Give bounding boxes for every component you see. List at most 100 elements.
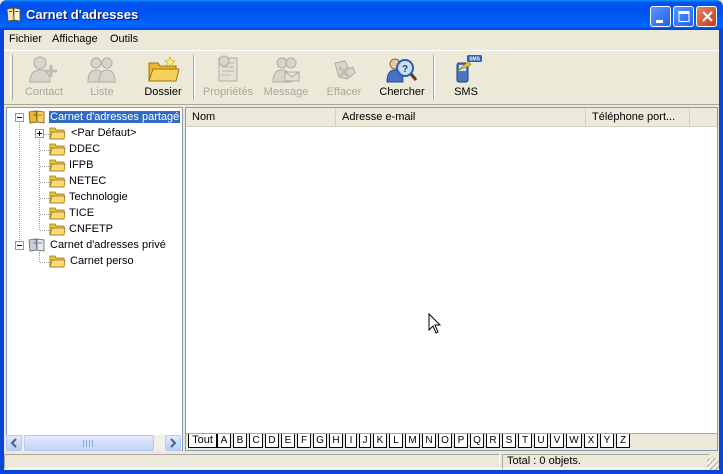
proprietes-label: Propriétés [202, 86, 254, 98]
tab-letter-a[interactable]: A [217, 434, 231, 448]
app-window: Carnet d'adresses Fichier Affichage Outi… [0, 0, 723, 474]
tab-letter-h[interactable]: H [329, 434, 343, 448]
menu-affichage[interactable]: Affichage [52, 33, 98, 45]
tab-letter-s[interactable]: S [502, 434, 516, 448]
folder-icon [49, 175, 66, 191]
tree-label-ifpb: IFPB [69, 159, 94, 171]
tab-letter-l[interactable]: L [389, 434, 403, 448]
tab-letter-j[interactable]: J [359, 434, 371, 448]
collapse-toggle[interactable] [15, 113, 24, 122]
folder-tree[interactable]: Carnet d'adresses partagé <Par Défaut> D… [6, 107, 183, 451]
tab-letter-v[interactable]: V [550, 434, 564, 448]
folder-icon [49, 143, 66, 159]
tree-node-cnfetp[interactable]: CNFETP [7, 222, 182, 239]
scroll-left-button[interactable] [6, 435, 22, 451]
delete-button[interactable]: Effacer [315, 53, 373, 103]
tab-letter-k[interactable]: K [373, 434, 387, 448]
group-icon [87, 57, 116, 83]
toolbar-separator [193, 55, 195, 100]
tree-node-ifpb[interactable]: IFPB [7, 158, 182, 174]
close-button[interactable] [696, 6, 717, 27]
collapse-toggle[interactable] [15, 241, 24, 250]
tree-node-private-book[interactable]: Carnet d'adresses privé [7, 238, 182, 255]
contact-icon [29, 56, 57, 83]
tree-node-tice[interactable]: TICE [7, 206, 182, 223]
find-button[interactable]: ? Chercher [373, 53, 431, 103]
delete-icon [334, 60, 356, 80]
tab-letter-d[interactable]: D [265, 434, 279, 448]
alphabet-tab-bar: Tout A B C D E F G H I J K L M N O P Q R… [186, 433, 717, 450]
toolbar-separator [433, 55, 435, 100]
chevron-right-icon [170, 438, 177, 448]
sms-button[interactable]: SMS SMS [437, 53, 495, 103]
folder-icon [49, 223, 66, 239]
expand-toggle[interactable] [35, 129, 44, 138]
send-message-button[interactable]: Message [257, 53, 315, 103]
tree-node-par-defaut[interactable]: <Par Défaut> [7, 126, 182, 143]
new-group-button[interactable]: Liste [73, 53, 131, 103]
status-cell-empty [4, 454, 500, 469]
tree-line [40, 166, 49, 167]
tree-node-carnet-perso[interactable]: Carnet perso [7, 254, 182, 271]
tab-letter-m[interactable]: M [405, 434, 420, 448]
tree-label-ddec: DDEC [69, 143, 101, 155]
tab-letter-y[interactable]: Y [600, 434, 614, 448]
tab-letter-w[interactable]: W [566, 434, 582, 448]
tree-node-ddec[interactable]: DDEC [7, 142, 182, 159]
contact-list[interactable]: Nom Adresse e-mail Téléphone port... Tou… [185, 107, 718, 451]
tab-letter-u[interactable]: U [534, 434, 548, 448]
tree-line [40, 182, 49, 183]
maximize-button[interactable] [673, 6, 694, 27]
tab-letter-i[interactable]: I [345, 434, 357, 448]
tree-node-shared-book[interactable]: Carnet d'adresses partagé [7, 110, 182, 127]
open-book-icon [28, 238, 46, 255]
tab-tout[interactable]: Tout [188, 434, 217, 448]
tab-letter-p[interactable]: P [454, 434, 468, 448]
folder-icon [49, 207, 66, 223]
tab-letter-t[interactable]: T [518, 434, 532, 448]
tab-letter-b[interactable]: B [233, 434, 247, 448]
menu-fichier[interactable]: Fichier [9, 33, 42, 45]
new-contact-button[interactable]: Contact [15, 53, 73, 103]
effacer-label: Effacer [326, 86, 362, 98]
open-book-icon [28, 110, 46, 127]
toolbar-grip[interactable] [10, 55, 13, 100]
tree-horizontal-scrollbar[interactable] [6, 435, 181, 451]
resize-grip[interactable] [707, 458, 719, 470]
column-header-email[interactable]: Adresse e-mail [336, 108, 586, 127]
properties-button[interactable]: Propriétés [199, 53, 257, 103]
status-total: Total : 0 objets. [502, 454, 710, 469]
tab-letter-f[interactable]: F [297, 434, 311, 448]
folder-icon [49, 255, 66, 271]
tab-letter-r[interactable]: R [486, 434, 500, 448]
tab-letter-z[interactable]: Z [616, 434, 630, 448]
address-book-icon [6, 7, 22, 22]
status-bar: Total : 0 objets. [4, 452, 719, 470]
window-title: Carnet d'adresses [26, 7, 139, 22]
tree-node-technologie[interactable]: Technologie [7, 190, 182, 206]
tab-letter-x[interactable]: X [584, 434, 598, 448]
menu-outils[interactable]: Outils [110, 33, 138, 45]
tree-node-netec[interactable]: NETEC [7, 174, 182, 191]
chercher-label: Chercher [379, 86, 425, 98]
tab-letter-q[interactable]: Q [470, 434, 484, 448]
column-header-telephone[interactable]: Téléphone port... [586, 108, 690, 127]
column-header-nom[interactable]: Nom [186, 108, 336, 127]
folder-icon [148, 56, 180, 82]
title-bar[interactable]: Carnet d'adresses [0, 0, 723, 30]
contact-label: Contact [25, 86, 63, 98]
tree-line [40, 214, 49, 215]
tab-letter-g[interactable]: G [313, 434, 327, 448]
tab-letter-e[interactable]: E [281, 434, 295, 448]
liste-label: Liste [90, 86, 114, 98]
tab-letter-o[interactable]: O [438, 434, 452, 448]
tree-line [40, 262, 49, 263]
tab-letter-n[interactable]: N [422, 434, 436, 448]
folder-icon [49, 127, 66, 143]
scroll-right-button[interactable] [165, 435, 181, 451]
tab-letter-c[interactable]: C [249, 434, 263, 448]
minimize-button[interactable] [650, 6, 671, 27]
tree-label-shared: Carnet d'adresses partagé [49, 111, 181, 123]
scroll-thumb[interactable] [24, 435, 154, 451]
new-folder-button[interactable]: Dossier [134, 53, 192, 103]
